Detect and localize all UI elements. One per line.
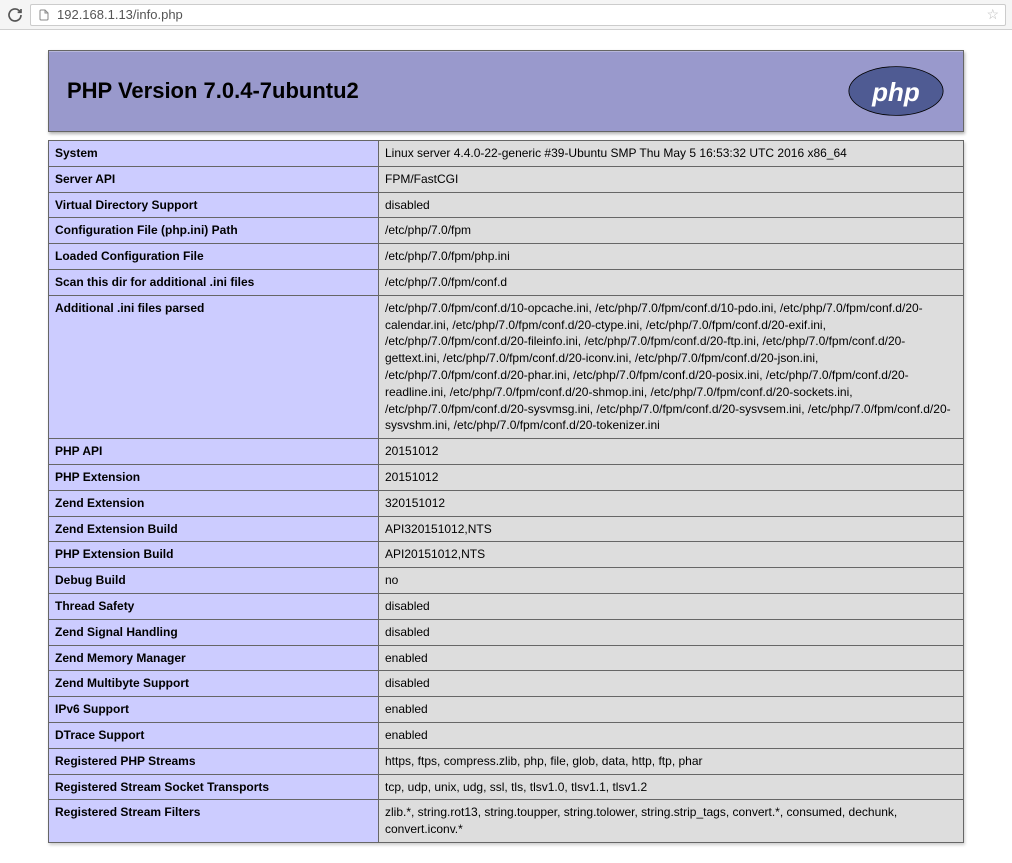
info-key: IPv6 Support [49,697,379,723]
table-row: DTrace Supportenabled [49,722,964,748]
table-row: Loaded Configuration File/etc/php/7.0/fp… [49,244,964,270]
info-key: Loaded Configuration File [49,244,379,270]
table-row: Zend Memory Managerenabled [49,645,964,671]
info-key: Zend Multibyte Support [49,671,379,697]
info-value: /etc/php/7.0/fpm/conf.d [379,269,964,295]
info-value: https, ftps, compress.zlib, php, file, g… [379,748,964,774]
php-version-title: PHP Version 7.0.4-7ubuntu2 [67,78,359,104]
svg-text:php: php [871,77,920,107]
info-key: Zend Extension Build [49,516,379,542]
info-value: /etc/php/7.0/fpm/conf.d/10-opcache.ini, … [379,295,964,438]
page-icon [37,8,51,22]
info-value: FPM/FastCGI [379,166,964,192]
table-row: Zend Multibyte Supportdisabled [49,671,964,697]
info-key: Additional .ini files parsed [49,295,379,438]
table-row: Scan this dir for additional .ini files/… [49,269,964,295]
table-row: Registered Stream Socket Transportstcp, … [49,774,964,800]
table-row: IPv6 Supportenabled [49,697,964,723]
info-key: Registered PHP Streams [49,748,379,774]
table-row: PHP API20151012 [49,439,964,465]
table-row: SystemLinux server 4.4.0-22-generic #39-… [49,141,964,167]
info-value: tcp, udp, unix, udg, ssl, tls, tlsv1.0, … [379,774,964,800]
table-row: Configuration File (php.ini) Path/etc/ph… [49,218,964,244]
info-key: Zend Memory Manager [49,645,379,671]
info-key: PHP API [49,439,379,465]
info-value: /etc/php/7.0/fpm [379,218,964,244]
table-row: Zend Extension BuildAPI320151012,NTS [49,516,964,542]
info-key: DTrace Support [49,722,379,748]
info-value: enabled [379,645,964,671]
info-value: /etc/php/7.0/fpm/php.ini [379,244,964,270]
table-row: Zend Signal Handlingdisabled [49,619,964,645]
info-value: 320151012 [379,490,964,516]
bookmark-star-icon[interactable]: ☆ [986,6,999,23]
info-key: Zend Extension [49,490,379,516]
info-value: disabled [379,593,964,619]
info-key: Virtual Directory Support [49,192,379,218]
info-key: PHP Extension Build [49,542,379,568]
info-key: Configuration File (php.ini) Path [49,218,379,244]
table-row: Thread Safetydisabled [49,593,964,619]
info-value: no [379,568,964,594]
info-value: API20151012,NTS [379,542,964,568]
table-row: PHP Extension BuildAPI20151012,NTS [49,542,964,568]
table-row: Debug Buildno [49,568,964,594]
info-value: API320151012,NTS [379,516,964,542]
php-logo: php [847,65,945,117]
table-row: Zend Extension320151012 [49,490,964,516]
info-value: disabled [379,619,964,645]
table-row: PHP Extension20151012 [49,464,964,490]
info-value: disabled [379,192,964,218]
info-value: zlib.*, string.rot13, string.toupper, st… [379,800,964,843]
info-key: PHP Extension [49,464,379,490]
info-value: Linux server 4.4.0-22-generic #39-Ubuntu… [379,141,964,167]
info-key: Thread Safety [49,593,379,619]
info-value: enabled [379,697,964,723]
info-value: 20151012 [379,464,964,490]
info-key: Registered Stream Socket Transports [49,774,379,800]
info-value: 20151012 [379,439,964,465]
php-header: PHP Version 7.0.4-7ubuntu2 php [48,50,964,132]
info-key: Zend Signal Handling [49,619,379,645]
table-row: Registered PHP Streamshttps, ftps, compr… [49,748,964,774]
url-input[interactable] [57,7,980,22]
table-row: Virtual Directory Supportdisabled [49,192,964,218]
phpinfo-table: SystemLinux server 4.4.0-22-generic #39-… [48,140,964,843]
info-value: enabled [379,722,964,748]
info-value: disabled [379,671,964,697]
table-row: Registered Stream Filterszlib.*, string.… [49,800,964,843]
table-row: Additional .ini files parsed/etc/php/7.0… [49,295,964,438]
browser-toolbar: ☆ [0,0,1012,30]
reload-icon[interactable] [6,6,24,24]
info-key: Server API [49,166,379,192]
info-key: Scan this dir for additional .ini files [49,269,379,295]
info-key: Registered Stream Filters [49,800,379,843]
table-row: Server APIFPM/FastCGI [49,166,964,192]
address-bar[interactable]: ☆ [30,4,1006,26]
info-key: Debug Build [49,568,379,594]
info-key: System [49,141,379,167]
